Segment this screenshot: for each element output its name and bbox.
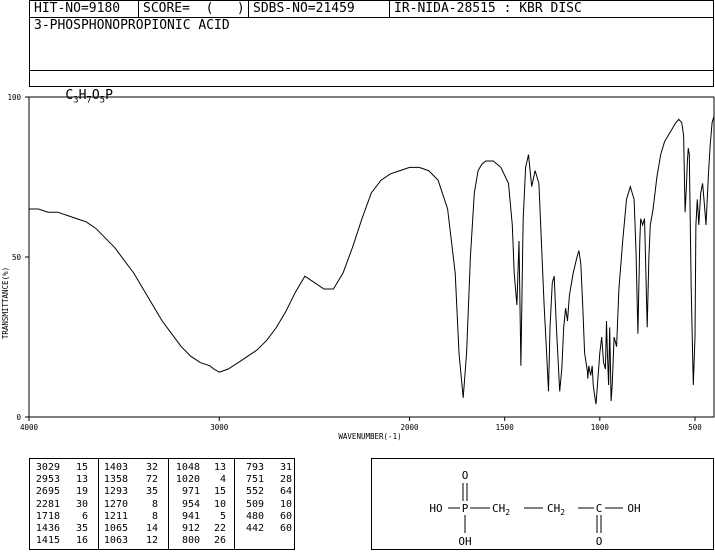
- peak-wavenumber: 1211: [103, 510, 128, 522]
- peak-wavenumber: 1020: [175, 474, 200, 486]
- peak-transmittance: 26: [213, 535, 226, 547]
- peak-transmittance: 28: [279, 474, 292, 486]
- atom-oh-right: OH: [627, 502, 640, 515]
- peak-wavenumber: 480: [245, 510, 264, 522]
- y-axis-label: TRANSMITTANCE(%): [1, 267, 10, 339]
- peak-wavenumber: 941: [181, 510, 200, 522]
- peak-transmittance: 60: [279, 510, 292, 522]
- peak-wavenumber: 912: [181, 523, 200, 534]
- peak-transmittance: 4: [219, 474, 226, 486]
- peak-transmittance: 30: [75, 498, 88, 510]
- peak-wavenumber: 793: [245, 462, 264, 473]
- peak-transmittance: 32: [145, 462, 158, 473]
- y-tick-label: 100: [7, 93, 21, 102]
- peak-wavenumber: 1358: [103, 474, 128, 486]
- peak-table-divider: [234, 459, 235, 549]
- spectrum-header: HIT-NO=9180 SCORE= ( ) SDBS-NO=21459 IR-…: [29, 0, 714, 106]
- peak-wavenumber: 1415: [35, 535, 60, 547]
- x-tick-label: 4000: [20, 423, 39, 432]
- peak-wavenumber: 442: [245, 523, 264, 534]
- peak-transmittance: 16: [75, 535, 88, 547]
- peak-table-divider: [168, 459, 169, 549]
- y-tick-label: 50: [12, 253, 22, 262]
- peak-transmittance: 15: [75, 462, 88, 473]
- peak-transmittance: 60: [279, 523, 292, 534]
- peak-wavenumber: 954: [181, 498, 200, 510]
- peak-table: 3029 15 2953 13 2695 19 2281 30 1718 6 1436 35 1415 1…: [29, 458, 295, 550]
- peak-transmittance: 35: [145, 486, 158, 498]
- atom-oh-bottom: OH: [458, 535, 471, 548]
- peak-wavenumber: 2695: [35, 486, 60, 498]
- atom-p: P: [462, 502, 469, 515]
- peak-wavenumber: 971: [181, 486, 200, 498]
- peak-transmittance: 19: [75, 486, 88, 498]
- x-axis-label: WAVENUMBER(-1): [338, 432, 401, 441]
- peak-wavenumber: 1293: [103, 486, 128, 498]
- peak-transmittance: 12: [145, 535, 158, 547]
- peak-wavenumber: 2953: [35, 474, 60, 486]
- chemical-structure-drawing: O HO P OH CH2 CH2 C OH O: [429, 469, 640, 548]
- atom-ho-left: HO: [429, 502, 442, 515]
- atom-c: C: [596, 502, 603, 515]
- peak-transmittance: 6: [81, 510, 88, 522]
- peak-wavenumber: 552: [245, 486, 264, 498]
- x-tick-label: 1500: [496, 423, 515, 432]
- peak-wavenumber: 1718: [35, 510, 60, 522]
- peak-transmittance: 13: [213, 462, 226, 473]
- structure-panel: O HO P OH CH2 CH2 C OH O: [371, 458, 714, 550]
- score: SCORE= ( ): [139, 1, 249, 17]
- peak-wavenumber: 1403: [103, 462, 128, 473]
- peak-wavenumber: 1048: [175, 462, 200, 473]
- plot-frame: [28, 96, 715, 418]
- compound-name: 3-PHOSPHONOPROPIONIC ACID: [34, 18, 230, 33]
- x-tick-label: 1000: [591, 423, 610, 432]
- x-tick-label: 2000: [401, 423, 420, 432]
- atom-o-top: O: [462, 469, 469, 482]
- peak-wavenumber: 1065: [103, 523, 128, 534]
- peak-wavenumber: 800: [181, 535, 200, 547]
- peak-transmittance: 22: [213, 523, 226, 534]
- peak-wavenumber: 2281: [35, 498, 60, 510]
- ir-method: IR-NIDA-28515 : KBR DISC: [394, 1, 582, 16]
- group-ch2-first: CH2: [492, 502, 510, 517]
- peak-transmittance: 64: [279, 486, 292, 498]
- peak-transmittance: 72: [145, 474, 158, 486]
- header-top-row: HIT-NO=9180 SCORE= ( ) SDBS-NO=21459 IR-…: [30, 1, 713, 18]
- peak-transmittance: 15: [213, 486, 226, 498]
- ir-spectrum-chart: 4000 3000 2000 1500 1000 500 0 50 100 WAVENUMBER…: [1, 93, 715, 441]
- peak-transmittance: 31: [279, 462, 292, 473]
- peak-transmittance: 5: [219, 510, 226, 522]
- peak-wavenumber: 3029: [35, 462, 60, 473]
- peak-transmittance: 13: [75, 474, 88, 486]
- spectrum-series-line: [29, 116, 715, 405]
- x-tick-label: 500: [688, 423, 702, 432]
- peak-wavenumber: 509: [245, 498, 264, 510]
- peak-transmittance: 10: [279, 498, 292, 510]
- sdbs-number: SDBS-NO=21459: [249, 1, 390, 17]
- y-tick-label: 0: [16, 413, 21, 422]
- peak-transmittance: 14: [145, 523, 158, 534]
- peak-transmittance: 8: [151, 510, 158, 522]
- atom-o-bottom: O: [596, 535, 603, 548]
- peak-wavenumber: 1270: [103, 498, 128, 510]
- peak-transmittance: 10: [213, 498, 226, 510]
- x-tick-label: 3000: [210, 423, 229, 432]
- peak-transmittance: 8: [151, 498, 158, 510]
- group-ch2-second: CH2: [547, 502, 565, 517]
- peak-wavenumber: 1436: [35, 523, 60, 534]
- peak-table-divider: [98, 459, 99, 549]
- peak-transmittance: 35: [75, 523, 88, 534]
- header-divider: [30, 70, 713, 71]
- peak-wavenumber: 1063: [103, 535, 128, 547]
- peak-wavenumber: 751: [245, 474, 264, 486]
- hit-number: HIT-NO=9180: [30, 1, 139, 17]
